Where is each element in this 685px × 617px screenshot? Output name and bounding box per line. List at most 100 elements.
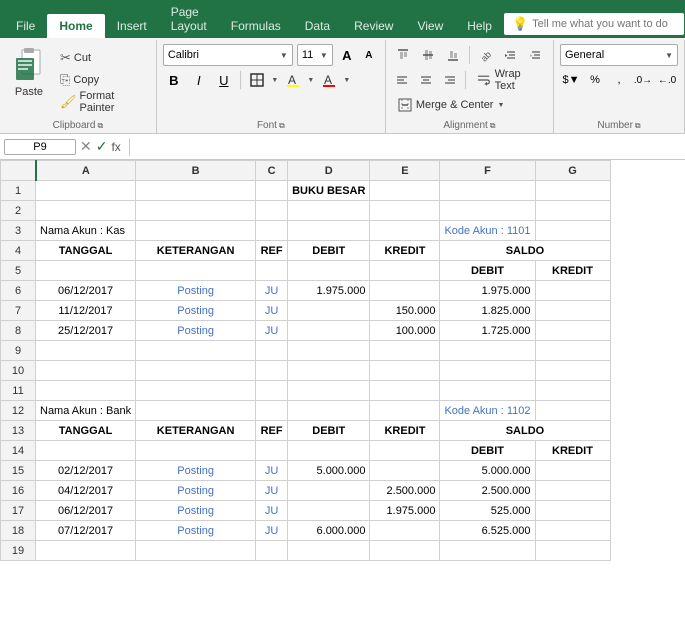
indent-decrease-button[interactable] (500, 44, 522, 66)
cell-12-B[interactable] (136, 401, 256, 421)
cell-7-G[interactable] (535, 301, 610, 321)
formula-cancel-icon[interactable]: ✕ (80, 138, 92, 155)
fill-color-dropdown[interactable]: ▼ (307, 69, 315, 91)
cell-18-D[interactable]: 6.000.000 (288, 521, 370, 541)
align-left-button[interactable] (392, 69, 413, 91)
font-expand-icon[interactable]: ⧉ (279, 121, 285, 131)
tab-review[interactable]: Review (342, 14, 405, 38)
cell-7-A[interactable]: 11/12/2017 (36, 301, 136, 321)
cell-name-box[interactable] (4, 139, 76, 155)
formula-insert-icon[interactable]: fx (111, 140, 120, 154)
cell-14-C[interactable] (256, 441, 288, 461)
cell-4-B[interactable]: KETERANGAN (136, 241, 256, 261)
cell-10-D[interactable] (288, 361, 370, 381)
cell-17-G[interactable] (535, 501, 610, 521)
cell-11-D[interactable] (288, 381, 370, 401)
cell-7-F[interactable]: 1.825.000 (440, 301, 535, 321)
cell-12-C[interactable] (256, 401, 288, 421)
cell-4-D[interactable]: DEBIT (288, 241, 370, 261)
col-header-c[interactable]: C (256, 161, 288, 181)
underline-button[interactable]: U (213, 69, 235, 91)
cell-2-G[interactable] (535, 201, 610, 221)
cell-10-E[interactable] (370, 361, 440, 381)
row-number-7[interactable]: 7 (1, 301, 36, 321)
cell-5-E[interactable] (370, 261, 440, 281)
cell-5-B[interactable] (136, 261, 256, 281)
clipboard-expand-icon[interactable]: ⧉ (97, 121, 103, 131)
cell-11-E[interactable] (370, 381, 440, 401)
tab-insert[interactable]: Insert (105, 14, 159, 38)
cell-4-A[interactable]: TANGGAL (36, 241, 136, 261)
cell-2-F[interactable] (440, 201, 535, 221)
number-group-expand[interactable]: Number ⧉ (560, 118, 678, 133)
cell-18-A[interactable]: 07/12/2017 (36, 521, 136, 541)
indent-increase-button[interactable] (525, 44, 547, 66)
cell-11-G[interactable] (535, 381, 610, 401)
cell-18-B[interactable]: Posting (136, 521, 256, 541)
alignment-group-expand[interactable]: Alignment ⧉ (392, 118, 547, 133)
align-center-button[interactable] (416, 69, 437, 91)
cell-2-B[interactable] (136, 201, 256, 221)
row-number-19[interactable]: 19 (1, 541, 36, 561)
tab-page-layout[interactable]: Page Layout (159, 0, 219, 38)
align-bottom-button[interactable] (442, 44, 464, 66)
tell-me-bar[interactable]: 💡 (504, 13, 684, 35)
cell-7-E[interactable]: 150.000 (370, 301, 440, 321)
cell-13-A[interactable]: TANGGAL (36, 421, 136, 441)
row-number-18[interactable]: 18 (1, 521, 36, 541)
cell-9-D[interactable] (288, 341, 370, 361)
font-color-button[interactable]: A (318, 69, 340, 91)
increase-decimal-button[interactable]: .0→ (632, 69, 654, 91)
cell-4-F[interactable]: SALDO (440, 241, 610, 261)
cell-11-A[interactable] (36, 381, 136, 401)
cell-3-G[interactable] (535, 221, 610, 241)
alignment-expand-icon[interactable]: ⧉ (490, 121, 496, 131)
cell-7-C[interactable]: JU (256, 301, 288, 321)
cell-19-E[interactable] (370, 541, 440, 561)
cell-12-E[interactable] (370, 401, 440, 421)
cell-13-C[interactable]: REF (256, 421, 288, 441)
cell-15-E[interactable] (370, 461, 440, 481)
font-name-selector[interactable]: Calibri ▼ (163, 44, 293, 66)
cell-10-G[interactable] (535, 361, 610, 381)
cell-10-C[interactable] (256, 361, 288, 381)
decrease-font-button[interactable]: A (359, 45, 379, 65)
cell-17-D[interactable] (288, 501, 370, 521)
tab-file[interactable]: File (4, 14, 47, 38)
cell-6-C[interactable]: JU (256, 281, 288, 301)
cell-1-E[interactable] (370, 181, 440, 201)
increase-font-button[interactable]: A (337, 45, 357, 65)
merge-dropdown[interactable]: ▼ (497, 102, 504, 109)
tell-me-input[interactable] (532, 18, 672, 30)
row-number-8[interactable]: 8 (1, 321, 36, 341)
cell-14-G[interactable]: KREDIT (535, 441, 610, 461)
percent-button[interactable]: % (584, 69, 606, 91)
cell-19-C[interactable] (256, 541, 288, 561)
cell-1-B[interactable] (136, 181, 256, 201)
col-header-b[interactable]: B (136, 161, 256, 181)
cell-16-D[interactable] (288, 481, 370, 501)
cell-3-B[interactable] (136, 221, 256, 241)
cell-7-D[interactable] (288, 301, 370, 321)
cell-12-D[interactable] (288, 401, 370, 421)
number-expand-icon[interactable]: ⧉ (635, 121, 641, 131)
cell-8-B[interactable]: Posting (136, 321, 256, 341)
cell-16-C[interactable]: JU (256, 481, 288, 501)
cell-19-D[interactable] (288, 541, 370, 561)
cell-9-A[interactable] (36, 341, 136, 361)
cell-18-E[interactable] (370, 521, 440, 541)
cell-3-C[interactable] (256, 221, 288, 241)
cell-15-D[interactable]: 5.000.000 (288, 461, 370, 481)
cell-10-F[interactable] (440, 361, 535, 381)
row-number-16[interactable]: 16 (1, 481, 36, 501)
row-number-13[interactable]: 13 (1, 421, 36, 441)
formula-confirm-icon[interactable]: ✓ (96, 138, 108, 155)
cell-14-D[interactable] (288, 441, 370, 461)
cell-8-E[interactable]: 100.000 (370, 321, 440, 341)
cell-1-C[interactable] (256, 181, 288, 201)
cell-18-F[interactable]: 6.525.000 (440, 521, 535, 541)
cell-19-A[interactable] (36, 541, 136, 561)
cell-19-B[interactable] (136, 541, 256, 561)
cell-9-E[interactable] (370, 341, 440, 361)
cell-3-A[interactable]: Nama Akun : Kas (36, 221, 136, 241)
